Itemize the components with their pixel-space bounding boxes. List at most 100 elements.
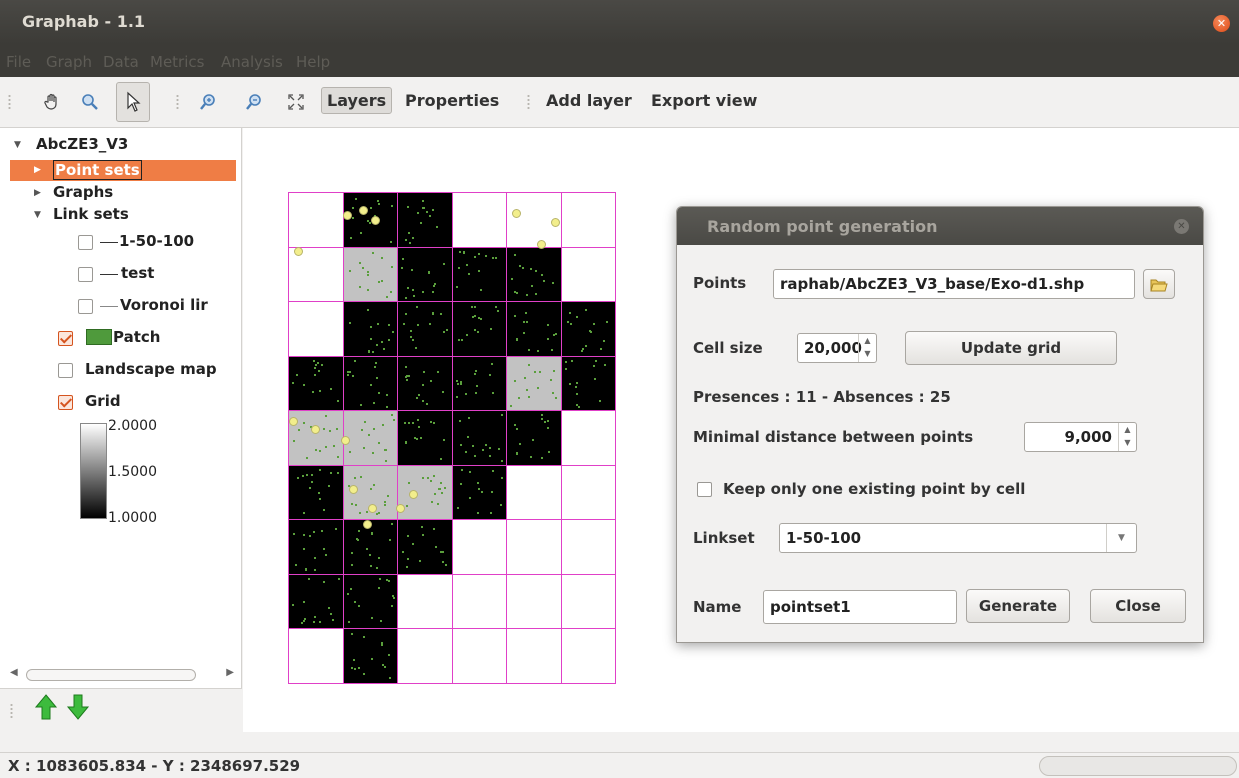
linkset-checkbox-voronoi[interactable] (78, 299, 93, 314)
expand-right-icon[interactable]: ▶ (34, 188, 41, 198)
properties-button[interactable]: Properties (405, 91, 499, 110)
move-down-icon[interactable] (66, 693, 90, 728)
patch-speck (445, 563, 448, 566)
open-folder-button[interactable] (1143, 269, 1175, 299)
tree-item-linkset[interactable]: test (121, 264, 154, 282)
patch-speck (310, 481, 313, 484)
patch-speck (474, 255, 477, 258)
legend-label-mid: 1.5000 (108, 464, 157, 480)
menu-analysis[interactable]: Analysis (221, 53, 283, 71)
zoom-region-icon[interactable] (76, 88, 104, 116)
cell-size-spinbox[interactable]: 20,000 ▲ ▼ (797, 333, 877, 363)
close-button[interactable]: Close (1090, 589, 1186, 623)
generate-button[interactable]: Generate (966, 589, 1070, 623)
zoom-out-icon[interactable] (240, 88, 268, 116)
patch-speck (350, 666, 353, 669)
expand-right-icon[interactable]: ▶ (34, 165, 41, 175)
patch-speck (456, 396, 459, 399)
patch-speck (411, 542, 414, 545)
spin-arrows-icon[interactable]: ▲ ▼ (1118, 423, 1136, 451)
menu-help[interactable]: Help (296, 53, 330, 71)
grid-cell (397, 464, 453, 520)
menu-metrics[interactable]: Metrics (150, 53, 204, 71)
linkset-select[interactable]: 1-50-100 ▼ (779, 523, 1137, 553)
tree-root[interactable]: AbcZE3_V3 (36, 135, 128, 153)
scroll-left-icon[interactable]: ◀ (10, 667, 18, 678)
keep-one-point-checkbox[interactable] (697, 482, 712, 497)
grid-cell (560, 192, 616, 248)
tree-item-link-sets[interactable]: Link sets (53, 205, 129, 223)
patch-speck (323, 427, 326, 430)
patch-speck (477, 512, 480, 515)
toolbar-grip-3[interactable] (527, 94, 530, 110)
expand-down-icon[interactable]: ▼ (34, 210, 41, 220)
chevron-down-icon[interactable]: ▼ (1106, 524, 1136, 552)
patch-speck (422, 206, 425, 209)
patch-checkbox[interactable] (58, 331, 73, 346)
patch-speck (466, 334, 469, 337)
patch-speck (416, 418, 419, 421)
tree-item-landscape-map[interactable]: Landscape map (85, 360, 217, 378)
tree-item-graphs[interactable]: Graphs (53, 183, 113, 201)
patch-speck (422, 399, 425, 402)
add-layer-button[interactable]: Add layer (546, 91, 632, 110)
scroll-right-icon[interactable]: ▶ (226, 667, 234, 678)
menu-data[interactable]: Data (103, 53, 139, 71)
patch-speck (390, 204, 393, 207)
hand-icon[interactable] (38, 88, 66, 116)
grid-layer[interactable] (288, 192, 616, 684)
patch-speck (361, 428, 364, 431)
patch-speck (430, 420, 433, 423)
patch-speck (442, 262, 445, 265)
grid-cell (506, 410, 562, 466)
toolbar-grip[interactable] (8, 94, 11, 110)
points-file-input[interactable]: raphab/AbcZE3_V3_base/Exo-d1.shp (773, 269, 1135, 299)
layer-order-bar (0, 688, 242, 732)
fullextent-icon[interactable] (282, 88, 310, 116)
patch-speck (473, 454, 476, 457)
patch-speck (377, 199, 380, 202)
patch-speck (293, 532, 296, 535)
patch-speck (372, 251, 375, 254)
menu-file[interactable]: File (6, 53, 31, 71)
patch-speck (357, 667, 360, 670)
spin-arrows-icon[interactable]: ▲ ▼ (858, 334, 876, 362)
scrollbar-thumb[interactable] (26, 669, 196, 681)
move-up-icon[interactable] (34, 693, 58, 728)
name-input[interactable]: pointset1 (763, 590, 957, 624)
update-grid-button[interactable]: Update grid (905, 331, 1117, 365)
patch-speck (351, 632, 354, 635)
min-distance-spinbox[interactable]: 9,000 ▲ ▼ (1024, 422, 1137, 452)
tree-item-point-sets[interactable]: Point sets (53, 160, 142, 180)
tree-item-linkset[interactable]: Voronoi lir (120, 296, 236, 314)
patch-speck (318, 369, 321, 372)
expand-down-icon[interactable]: ▼ (14, 140, 21, 150)
sidebar-horizontal-scrollbar[interactable]: ◀ ▶ (8, 667, 236, 683)
landscape-map-checkbox[interactable] (58, 363, 73, 378)
linkset-checkbox-test[interactable] (78, 267, 93, 282)
patch-speck (401, 267, 404, 270)
patch-speck (312, 531, 315, 534)
patch-speck (546, 337, 549, 340)
menu-graph[interactable]: Graph (46, 53, 92, 71)
dialog-titlebar[interactable]: Random point generation ✕ (677, 207, 1203, 245)
tree-item-linkset[interactable]: 1-50-100 (119, 232, 194, 250)
select-arrow-icon[interactable] (116, 82, 150, 122)
toolbar-grip-2[interactable] (176, 94, 179, 110)
layers-button[interactable]: Layers (321, 87, 393, 114)
patch-speck (364, 420, 367, 423)
keep-one-point-label[interactable]: Keep only one existing point by cell (723, 480, 1025, 498)
tree-item-grid[interactable]: Grid (85, 392, 121, 410)
patch-speck (441, 561, 444, 564)
patch-speck (605, 321, 608, 324)
tree-item-patch[interactable]: Patch (113, 328, 160, 346)
zoom-in-icon[interactable] (194, 88, 222, 116)
patch-speck (413, 294, 416, 297)
grid-checkbox[interactable] (58, 395, 73, 410)
generated-point (342, 210, 352, 220)
linkset-checkbox-1-50-100[interactable] (78, 235, 93, 250)
window-close-button[interactable]: ✕ (1213, 15, 1230, 32)
panel-grip[interactable] (10, 703, 13, 719)
export-view-button[interactable]: Export view (651, 91, 757, 110)
dialog-close-icon[interactable]: ✕ (1174, 219, 1189, 234)
